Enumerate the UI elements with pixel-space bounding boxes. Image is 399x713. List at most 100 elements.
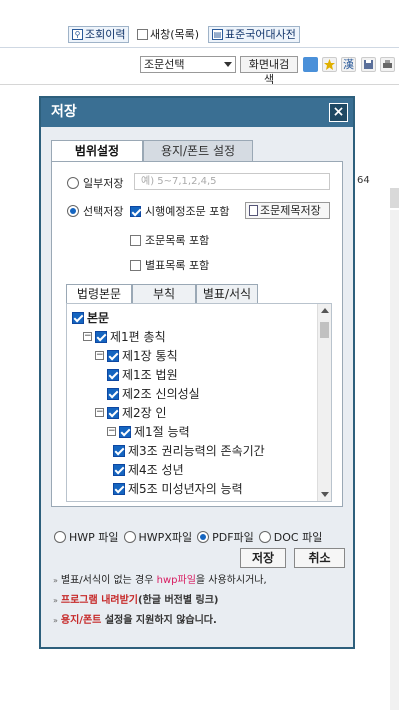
program-download-link[interactable]: 프로그램 내려받기 — [61, 595, 138, 606]
format-label: HWP 파일 — [69, 531, 119, 544]
include-enforcement-label: 시행예정조문 포함 — [145, 205, 230, 218]
tree-item[interactable]: 제3조 권리능력의 존속기간 — [113, 442, 265, 459]
format-radio[interactable] — [197, 531, 210, 543]
collapse-icon[interactable]: − — [83, 332, 92, 341]
tree-item-check[interactable] — [113, 502, 125, 503]
tree-scrollbar[interactable] — [317, 304, 331, 501]
partial-save-label: 일부저장 — [83, 177, 124, 190]
new-window-check[interactable] — [137, 29, 148, 40]
dictionary-button[interactable]: ▤ 표준국어대사전 — [208, 26, 300, 43]
save-article-title-button[interactable]: 조문제목저장 — [245, 202, 330, 219]
tree-item-check[interactable] — [72, 311, 84, 324]
note1-text-b: 을 사용하시거나, — [195, 575, 267, 586]
format-options: HWP 파일 HWPX파일 PDF파일 DOC 파일 — [54, 529, 324, 545]
bullet-icon: » — [53, 616, 58, 625]
note-line-3: » 용지/폰트 설정을 지원하지 않습니다. — [53, 614, 217, 628]
cancel-button[interactable]: 취소 — [294, 548, 345, 568]
scroll-down-icon[interactable] — [321, 492, 329, 497]
page: ⚲ 조회이력 새창(목록) ▤ 표준국어대사전 조문선택 화면내검색 漢 64 … — [0, 0, 399, 713]
save-icon[interactable] — [361, 57, 376, 72]
tree-item[interactable]: 본문 — [72, 309, 109, 326]
include-appendix-list-option[interactable]: 별표목록 포함 — [130, 257, 209, 273]
tree-item[interactable]: 제5조 미성년자의 능력 — [113, 480, 243, 497]
save-dialog: 저장 × 범위설정 용지/폰트 설정 일부저장 예) 5~7,1,2,4,5 선… — [39, 96, 355, 649]
tab-law-body[interactable]: 법령본문 — [66, 284, 132, 303]
print-icon[interactable] — [380, 57, 395, 72]
dialog-title: 저장 — [41, 98, 353, 127]
tree-item-label: 제1편 총칙 — [110, 330, 166, 344]
tab-range-settings[interactable]: 범위설정 — [51, 140, 143, 162]
format-label: HWPX파일 — [138, 531, 193, 544]
tab-paper-font-settings[interactable]: 용지/폰트 설정 — [143, 140, 253, 162]
tree-item-label: 제5조 미성년자의 능력 — [128, 482, 243, 496]
scroll-up-icon[interactable] — [321, 308, 329, 313]
collapse-icon[interactable]: − — [95, 408, 104, 417]
tree-item-check[interactable] — [107, 406, 119, 419]
selected-save-radio[interactable] — [67, 205, 79, 217]
include-article-list-check[interactable] — [130, 234, 141, 246]
include-article-list-option[interactable]: 조문목록 포함 — [130, 232, 209, 248]
document-icon — [249, 205, 258, 216]
tree-item-label: 제1절 능력 — [134, 425, 190, 439]
tree-item[interactable]: 제4조 성년 — [113, 461, 184, 478]
tree-item-label: 제6조 처분을 허락한 재산 — [128, 499, 257, 501]
tree-item-check[interactable] — [107, 387, 119, 400]
tab-appendix-forms[interactable]: 별표/서식 — [196, 284, 258, 303]
collapse-icon[interactable]: − — [107, 427, 116, 436]
tree-item-label: 제2조 신의성실 — [122, 387, 200, 401]
page-scrollbar-track[interactable] — [390, 210, 399, 710]
hanja-icon[interactable]: 漢 — [341, 57, 356, 72]
selected-save-option[interactable]: 선택저장 — [67, 203, 123, 219]
tree-item[interactable]: − 제2장 인 — [95, 404, 167, 421]
tree-item-check[interactable] — [113, 482, 125, 495]
tree-item-check[interactable] — [95, 330, 107, 343]
tree-item-check[interactable] — [107, 349, 119, 362]
include-enforcement-option[interactable]: 시행예정조문 포함 — [130, 203, 229, 219]
note-line-2: » 프로그램 내려받기(한글 버전별 링크) — [53, 594, 219, 608]
format-radio[interactable] — [258, 531, 271, 543]
tree-item-label: 제1장 통칙 — [122, 349, 178, 363]
share-icon[interactable] — [303, 57, 318, 72]
history-button[interactable]: ⚲ 조회이력 — [68, 26, 130, 43]
new-window-checkbox[interactable]: 새창(목록) — [137, 26, 199, 43]
tree-item[interactable]: 제1조 법원 — [107, 366, 178, 383]
tree-item[interactable]: 제6조 처분을 허락한 재산 — [113, 499, 257, 503]
divider — [0, 84, 399, 85]
collapse-icon[interactable]: − — [95, 351, 104, 360]
note1-hwp-link[interactable]: hwp파일 — [157, 575, 196, 586]
tree-item-label: 제4조 성년 — [128, 463, 184, 477]
include-article-list-label: 조문목록 포함 — [145, 234, 210, 247]
partial-range-input[interactable]: 예) 5~7,1,2,4,5 — [134, 173, 330, 190]
note3-paper-font: 용지/폰트 — [60, 615, 102, 626]
tree-item-check[interactable] — [107, 368, 119, 381]
tree-item-label: 제3조 권리능력의 존속기간 — [128, 444, 265, 458]
include-appendix-list-check[interactable] — [130, 259, 141, 271]
article-tree: 본문 − 제1편 총칙 − 제1장 통칙 제1조 법원 제2조 신의성실 − 제2장 인 − 제1절… — [66, 303, 332, 502]
partial-save-option[interactable]: 일부저장 — [67, 175, 123, 191]
tab-supplementary[interactable]: 부칙 — [132, 284, 196, 303]
partial-save-radio[interactable] — [67, 177, 79, 189]
bullet-icon: » — [53, 596, 58, 605]
top-toolbar: ⚲ 조회이력 새창(목록) ▤ 표준국어대사전 — [0, 0, 399, 48]
save-button[interactable]: 저장 — [240, 548, 286, 568]
format-radio[interactable] — [54, 531, 66, 543]
close-icon[interactable]: × — [329, 103, 348, 122]
tree-item[interactable]: − 제1편 총칙 — [83, 328, 166, 345]
tree-item[interactable]: 제2조 신의성실 — [107, 385, 200, 402]
note1-text-a: 별표/서식이 없는 경우 — [60, 575, 157, 586]
tree-item[interactable]: − 제1절 능력 — [107, 423, 190, 440]
format-radio[interactable] — [123, 531, 136, 543]
tree-item-check[interactable] — [113, 444, 125, 457]
tree-item-label: 제2장 인 — [122, 406, 167, 420]
scroll-thumb[interactable] — [320, 322, 329, 338]
tree-item-check[interactable] — [113, 463, 125, 476]
tree-item[interactable]: − 제1장 통칙 — [95, 347, 178, 364]
search-icon: ⚲ — [72, 29, 83, 40]
page-scrollbar-thumb[interactable] — [390, 188, 399, 208]
include-enforcement-check[interactable] — [130, 205, 141, 217]
article-select[interactable]: 조문선택 — [140, 56, 236, 73]
tree-item-check[interactable] — [119, 425, 131, 438]
chevron-down-icon — [224, 62, 232, 67]
screen-search-button[interactable]: 화면내검색 — [240, 56, 298, 86]
bookmark-star-icon[interactable] — [322, 57, 337, 72]
